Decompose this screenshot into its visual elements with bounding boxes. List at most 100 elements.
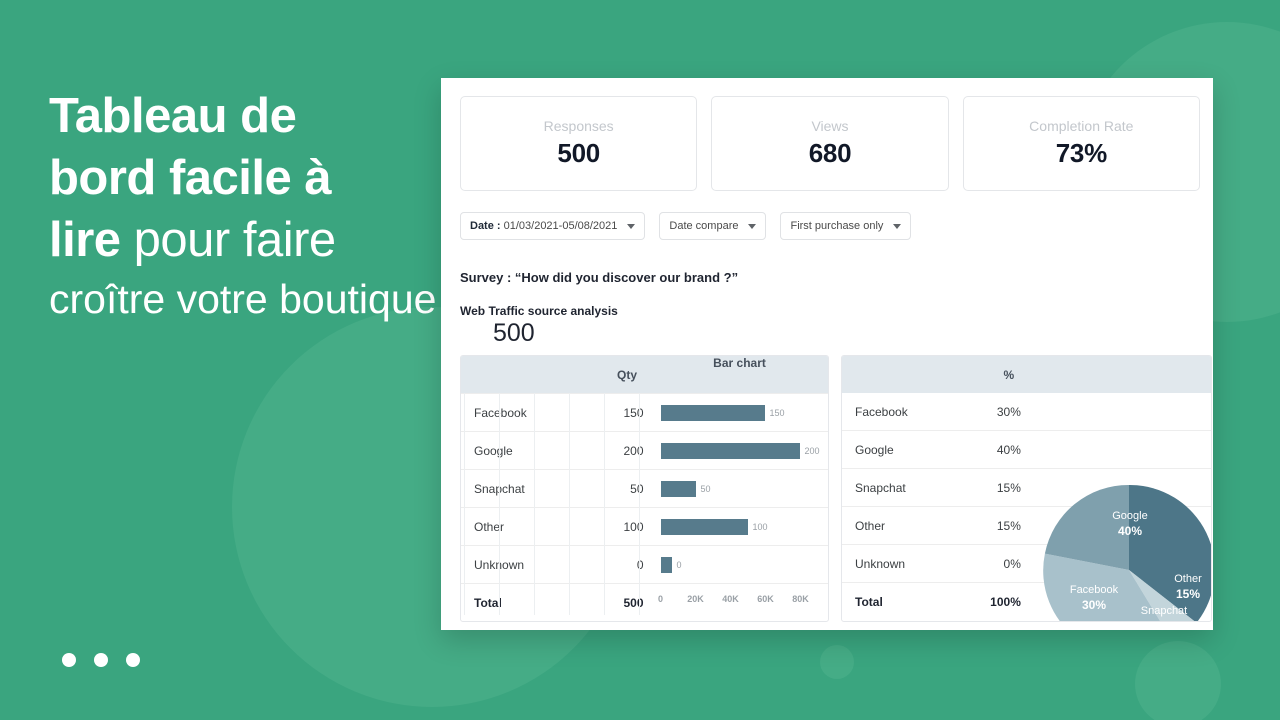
cell-bar: 100 <box>658 508 828 545</box>
section-title: Web Traffic source analysis <box>460 304 618 318</box>
axis-tick: 40K <box>722 594 739 604</box>
bar-value-label: 100 <box>752 521 768 532</box>
table-header-row: Qty Bar chart <box>461 356 828 393</box>
decorative-circle-medium <box>1135 641 1221 720</box>
table-row: Snapchat 50 50 <box>461 469 828 507</box>
cell-bar: 50 <box>658 470 828 507</box>
cell-source: Unknown <box>855 556 906 571</box>
decorative-circle-small <box>820 645 854 679</box>
column-header-bar-chart: Bar chart <box>713 356 766 370</box>
cell-total-qty: 500 <box>623 595 644 610</box>
pagination-dot-2[interactable] <box>94 653 108 667</box>
cell-percent: 0% <box>1003 556 1021 571</box>
filter-date-label: Date : 01/03/2021-05/08/2021 <box>470 220 617 232</box>
slide-canvas: Tableau de bord facile à lire pour faire… <box>0 0 1280 720</box>
cell-source: Other <box>855 518 886 533</box>
bar-value-label: 50 <box>700 483 711 494</box>
filter-first-purchase-only[interactable]: First purchase only <box>780 212 912 240</box>
cell-bar: 0 <box>658 546 828 583</box>
filter-date-label-value: 01/03/2021-05/08/2021 <box>500 220 618 232</box>
axis-tick: 0 <box>658 594 664 604</box>
cell-qty: 0 <box>636 557 644 572</box>
bar-google <box>660 442 800 459</box>
pie-label-other-value: 15% <box>1176 587 1200 601</box>
traffic-quantity-panel: Qty Bar chart Facebook 150 150 Google 20… <box>460 355 829 622</box>
cell-qty: 200 <box>623 443 644 458</box>
table-body: Facebook 30% Google 40% Snapchat 15% Oth… <box>842 393 1211 623</box>
bar-other <box>660 518 748 535</box>
promo-line-1: Tableau de <box>49 89 297 143</box>
cell-source: Facebook <box>855 404 908 419</box>
pagination-dot-1[interactable] <box>62 653 76 667</box>
table-row: Facebook 150 150 <box>461 393 828 431</box>
cell-total-label: Total <box>474 595 502 610</box>
pie-label-facebook-name: Facebook <box>1070 584 1119 596</box>
cell-percent: 30% <box>996 404 1021 419</box>
dashboard-window: Responses 500 Views 680 Completion Rate … <box>441 78 1213 630</box>
section-total-value: 500 <box>493 319 535 347</box>
promo-subheadline: croître votre boutique <box>49 276 437 322</box>
pagination-dots[interactable] <box>62 653 140 667</box>
cell-percent: 40% <box>996 442 1021 457</box>
kpi-label-responses: Responses <box>543 118 614 134</box>
cell-qty: 100 <box>623 519 644 534</box>
cell-source: Unknown <box>474 557 525 572</box>
column-header-percent: % <box>1003 367 1015 382</box>
table-row-total: Total 500 0 20K 40K 60K 80K <box>461 583 828 621</box>
kpi-card-views: Views 680 <box>711 96 949 191</box>
table-row: Facebook 30% <box>842 393 1211 430</box>
column-header-qty: Qty <box>617 367 638 382</box>
filter-bar: Date : 01/03/2021-05/08/2021 Date compar… <box>460 212 912 240</box>
chevron-down-icon[interactable] <box>893 223 902 229</box>
filter-date-compare[interactable]: Date compare <box>659 212 767 240</box>
pie-label-google-value: 40% <box>1118 524 1142 538</box>
kpi-label-completion-rate: Completion Rate <box>1029 118 1134 134</box>
kpi-card-responses: Responses 500 <box>460 96 698 191</box>
kpi-value-responses: 500 <box>557 138 600 168</box>
promo-headline: Tableau de bord facile à lire pour faire <box>49 85 429 271</box>
pie-label-snapchat-value: 15% <box>1152 619 1176 623</box>
filter-date-compare-label: Date compare <box>669 220 739 232</box>
kpi-card-completion-rate: Completion Rate 73% <box>962 96 1200 191</box>
traffic-percentage-panel: % Facebook 30% Google 40% Snapchat 15% O… <box>841 355 1212 622</box>
promo-line-3-bold: lire <box>49 213 121 267</box>
cell-bar: 200 <box>658 432 828 469</box>
axis-tick: 80K <box>792 594 809 604</box>
chevron-down-icon[interactable] <box>748 223 757 229</box>
cell-source: Google <box>855 442 894 457</box>
cell-source: Snapchat <box>474 481 525 496</box>
cell-source: Google <box>474 443 513 458</box>
promo-line-2: bord facile à <box>49 151 332 205</box>
table-header-row: % <box>842 356 1211 393</box>
cell-total-label: Total <box>855 594 883 609</box>
cell-total-percent: 100% <box>990 594 1021 609</box>
table-row: Google 40% <box>842 430 1211 468</box>
pie-label-facebook-value: 30% <box>1082 598 1106 612</box>
data-panels: Qty Bar chart Facebook 150 150 Google 20… <box>460 355 1212 622</box>
bar-value-label: 200 <box>804 445 820 456</box>
pagination-dot-3[interactable] <box>126 653 140 667</box>
cell-bar: 150 <box>658 394 828 431</box>
promo-line-3-light: pour faire <box>120 213 337 267</box>
cell-source: Snapchat <box>855 480 906 495</box>
cell-source: Facebook <box>474 405 527 420</box>
kpi-label-views: Views <box>811 118 849 134</box>
cell-qty: 50 <box>630 481 644 496</box>
bar-value-label: 150 <box>769 407 785 418</box>
cell-percent: 15% <box>996 518 1021 533</box>
axis-tick: 60K <box>757 594 774 604</box>
table-body: Facebook 150 150 Google 200 200 Snapchat… <box>461 393 828 621</box>
cell-source: Other <box>474 519 505 534</box>
promo-line-3: lire pour faire <box>49 209 429 271</box>
kpi-value-completion-rate: 73% <box>1055 138 1107 168</box>
survey-title: Survey : “How did you discover our brand… <box>460 270 739 285</box>
filter-date-label-strong: Date : <box>470 220 501 232</box>
filter-date[interactable]: Date : 01/03/2021-05/08/2021 <box>460 212 646 240</box>
chevron-down-icon[interactable] <box>627 223 636 229</box>
axis-tick: 20K <box>687 594 704 604</box>
table-row: Other 100 100 <box>461 507 828 545</box>
pie-label-google-name: Google <box>1112 510 1147 522</box>
kpi-value-views: 680 <box>808 138 852 168</box>
cell-qty: 150 <box>623 405 644 420</box>
bar-unknown <box>660 556 672 573</box>
